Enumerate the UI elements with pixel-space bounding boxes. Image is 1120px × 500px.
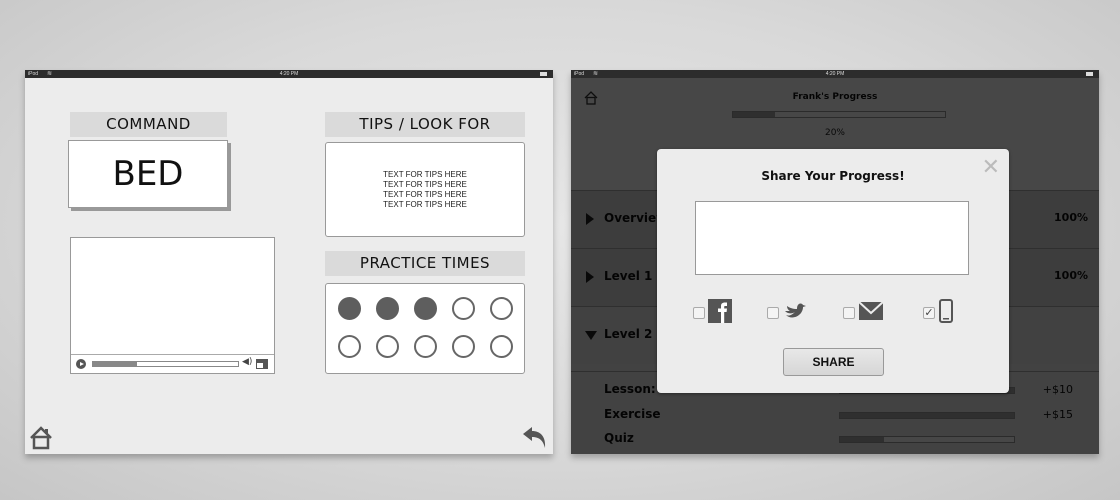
phone-checkbox[interactable]: ✓ — [923, 307, 935, 319]
twitter-bird-icon — [785, 303, 806, 318]
status-time: 4:20 PM — [279, 71, 299, 77]
practice-dot-completed[interactable] — [414, 297, 437, 320]
tips-line: TEXT FOR TIPS HERE — [383, 179, 467, 189]
mobile-phone-icon — [939, 299, 953, 323]
status-bar: iPod ≋ 4:20 PM — [571, 70, 1099, 78]
tips-label: TIPS / LOOK FOR — [325, 112, 525, 137]
facebook-checkbox[interactable] — [693, 307, 705, 319]
close-icon[interactable]: ✕ — [982, 157, 1000, 179]
practice-dot-empty[interactable] — [490, 335, 513, 358]
status-time: 4:20 PM — [825, 71, 845, 77]
practice-times-label: PRACTICE TIMES — [325, 251, 525, 276]
tips-line: TEXT FOR TIPS HERE — [383, 189, 467, 199]
share-progress-dialog: Share Your Progress! ✕ ✓ SHARE — [657, 149, 1009, 393]
email-checkbox[interactable] — [843, 307, 855, 319]
volume-icon[interactable]: ◀) — [242, 357, 252, 367]
practice-dot-empty[interactable] — [490, 297, 513, 320]
practice-dot-completed[interactable] — [376, 297, 399, 320]
share-button[interactable]: SHARE — [783, 348, 884, 376]
back-arrow-icon — [523, 427, 546, 448]
practice-dot-empty[interactable] — [414, 335, 437, 358]
video-controls: ◀) — [71, 354, 274, 373]
tips-line: TEXT FOR TIPS HERE — [383, 169, 467, 179]
back-button[interactable] — [522, 426, 548, 450]
practice-times-tracker — [325, 283, 525, 374]
battery-icon — [1086, 72, 1093, 76]
dialog-title: Share Your Progress! — [761, 169, 905, 183]
practice-dot-completed[interactable] — [338, 297, 361, 320]
tips-box: TEXT FOR TIPS HERE TEXT FOR TIPS HERE TE… — [325, 142, 525, 237]
home-icon — [30, 426, 52, 450]
video-player[interactable]: ◀) — [70, 237, 275, 374]
practice-dot-empty[interactable] — [376, 335, 399, 358]
tips-line: TEXT FOR TIPS HERE — [383, 199, 467, 209]
command-label: COMMAND — [70, 112, 227, 137]
left-screen-practice: iPod ≋ 4:20 PM COMMAND BED ◀) TIPS / LOO… — [25, 70, 553, 454]
practice-dot-empty[interactable] — [452, 335, 475, 358]
share-message-input[interactable] — [695, 201, 969, 275]
command-word-card: BED — [68, 140, 228, 208]
video-progress-fill — [93, 362, 137, 366]
practice-dot-empty[interactable] — [338, 335, 361, 358]
status-bar: iPod ≋ 4:20 PM — [25, 70, 553, 78]
home-button[interactable] — [29, 426, 53, 450]
battery-icon — [540, 72, 547, 76]
right-screen-progress: iPod ≋ 4:20 PM Frank's Progress 20% Over… — [571, 70, 1099, 454]
play-icon[interactable] — [76, 359, 86, 369]
twitter-checkbox[interactable] — [767, 307, 779, 319]
facebook-icon — [708, 299, 732, 323]
fullscreen-icon[interactable] — [256, 359, 268, 369]
video-progress-slider[interactable] — [92, 361, 239, 367]
envelope-icon — [858, 301, 884, 320]
practice-dot-empty[interactable] — [452, 297, 475, 320]
